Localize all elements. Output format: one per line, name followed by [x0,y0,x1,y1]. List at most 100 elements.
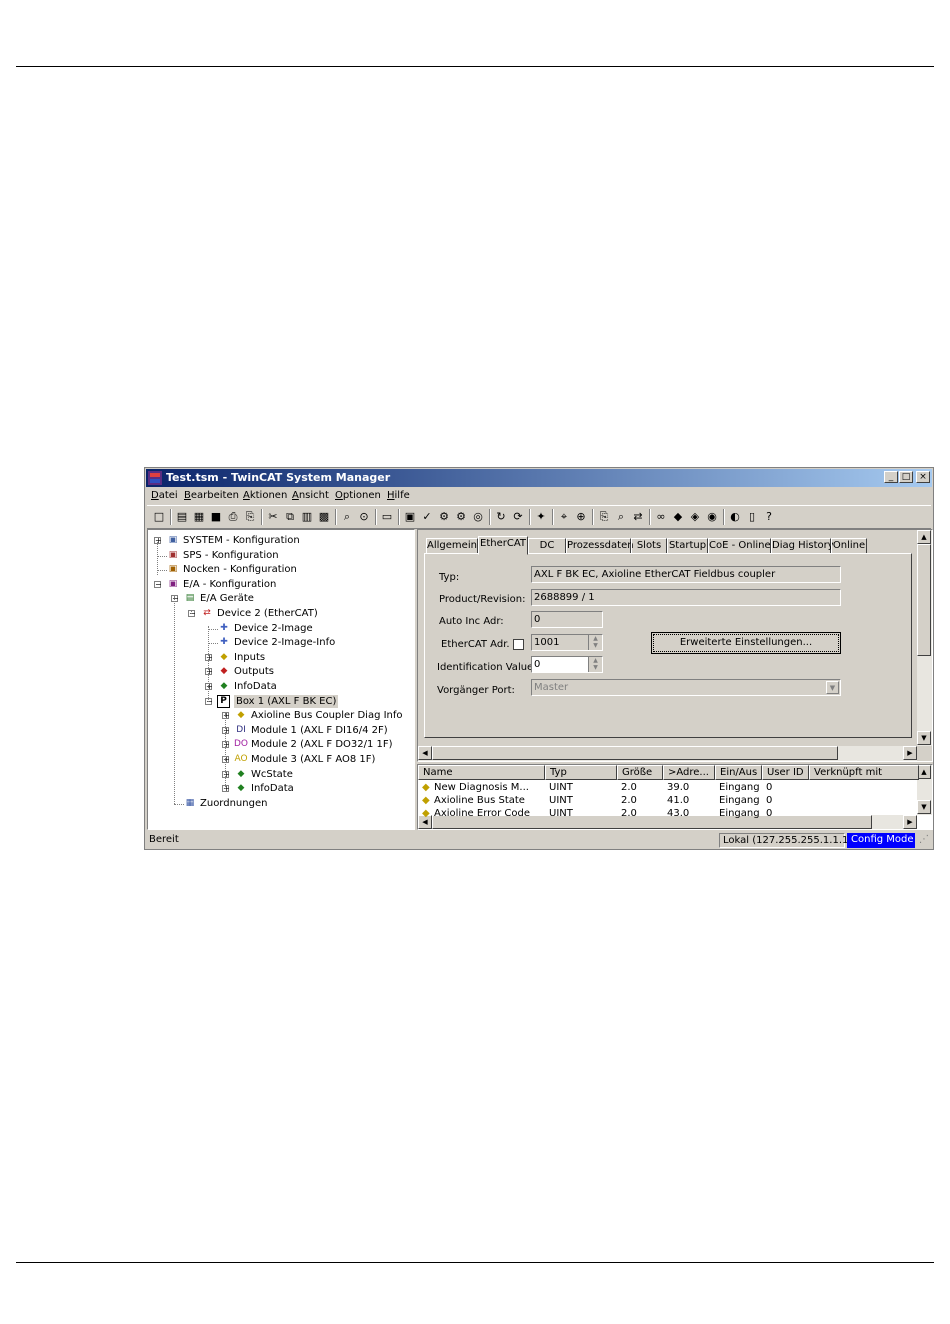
tab-startup[interactable]: Startup [667,538,708,554]
tree-item[interactable]: + DO Module 2 (AXL F DO32/1 1F) [148,738,414,752]
new-file-icon[interactable]: □ [151,509,167,525]
tree-item[interactable]: + ◆ Axioline Bus Coupler Diag Info [148,709,414,723]
paste-icon[interactable]: ▥ [299,509,315,525]
column-header[interactable]: Name [418,765,545,780]
paste-special-icon[interactable]: ▩ [316,509,332,525]
minimize-button[interactable]: _ [884,471,898,483]
list-scroll-up-button[interactable]: ▲ [917,765,931,779]
zoom-icon[interactable]: ⌕ [613,509,629,525]
force-icon[interactable]: ◉ [704,509,720,525]
tree-item[interactable]: ▣ SPS - Konfiguration [148,549,414,563]
tree-item[interactable]: − P Box 1 (AXL F BK EC) [148,694,414,709]
help-icon[interactable]: ? [761,509,777,525]
resize-grip-icon[interactable]: ⋰ [919,833,931,848]
tree-item[interactable]: ▣ Nocken - Konfiguration [148,563,414,577]
restart-icon[interactable]: ↻ [493,509,509,525]
tab-prozessdaten[interactable]: Prozessdaten [566,538,634,554]
tree-item[interactable]: ✚ Device 2-Image-Info [148,636,414,650]
tree-item[interactable]: ✚ Device 2-Image [148,622,414,636]
mouse-icon[interactable]: ⊙ [356,509,372,525]
properties-vertical-scrollbar[interactable]: ▲ ▼ [917,530,932,746]
menu-datei[interactable]: Datei [151,490,178,501]
list-item[interactable]: Axioline Error Code ◆ UINT 2.0 43.0 Eingang 0 [418,807,917,820]
goto-icon[interactable]: ⎘ [596,509,612,525]
tree-item[interactable]: + ◆ WcState [148,768,414,782]
column-header[interactable]: Typ [545,765,617,780]
ethercat-adr-spinner[interactable]: ▲ ▼ [588,635,602,650]
activate-config-icon[interactable]: ▭ [379,509,395,525]
reload-devices-icon[interactable]: ⟳ [510,509,526,525]
tree-item[interactable]: + ◆ Outputs [148,665,414,679]
toggle-online-icon[interactable]: ◆ [670,509,686,525]
save-icon[interactable]: ■ [208,509,224,525]
network-scan-icon[interactable]: ◎ [470,509,486,525]
tab-dc[interactable]: DC [528,538,566,554]
tab-ethercat[interactable]: EtherCAT [478,536,528,555]
title-bar[interactable]: Test.tsm - TwinCAT System Manager _ □ × [146,469,932,487]
find-icon[interactable]: ⌕ [339,509,355,525]
tree-item[interactable]: + ◆ InfoData [148,680,414,694]
open-device-icon[interactable]: ▦ [191,509,207,525]
tab-slots[interactable]: Slots [631,538,667,554]
scroll-down-button[interactable]: ▼ [917,731,931,745]
menu-hilfe[interactable]: Hilfe [387,490,410,501]
maximize-button[interactable]: □ [899,471,913,483]
link-icon[interactable]: ⇄ [630,509,646,525]
menu-ansicht[interactable]: Ansicht [292,490,329,501]
collapse-icon[interactable]: − [154,580,162,588]
scroll-left-button[interactable]: ◀ [418,746,432,760]
tree-item[interactable]: + ▣ SYSTEM - Konfiguration [148,534,414,548]
properties-horizontal-scrollbar[interactable]: ◀ ▶ [418,746,917,761]
column-header[interactable]: Größe [617,765,663,780]
ethercat-adr-field[interactable]: 1001 ▲ ▼ [531,634,603,651]
freerun-icon[interactable]: ∞ [653,509,669,525]
tree-item[interactable]: + ◆ Inputs [148,651,414,665]
target-system-icon[interactable]: ⌖ [556,509,572,525]
tree-item[interactable]: − ▤ E/A Geräte [148,592,414,606]
tab-coe-online[interactable]: CoE - Online [708,538,771,554]
online-icon[interactable]: ✦ [533,509,549,525]
config-tree[interactable]: + ▣ SYSTEM - Konfiguration ▣ SPS - Konfigura… [147,529,415,830]
identification-value-field[interactable]: 0 ▲ ▼ [531,656,603,673]
list-item[interactable]: New Diagnosis M... ◆ UINT 2.0 39.0 Eingang 0 [418,781,917,794]
column-header[interactable]: Ein/Aus [715,765,762,780]
book-icon[interactable]: ◐ [727,509,743,525]
menu-aktionen[interactable]: Aktionen [243,490,287,501]
set-run-mode-icon[interactable]: ⚙ [436,509,452,525]
tab-allgemein[interactable]: Allgemein [426,538,478,554]
advanced-settings-button[interactable]: Erweiterte Einstellungen... [651,632,841,654]
print-preview-icon[interactable]: ⎘ [242,509,258,525]
hscroll-thumb[interactable] [432,746,838,760]
list-scroll-down-button[interactable]: ▼ [917,800,931,814]
config-mode-icon[interactable]: ⚙ [453,509,469,525]
tree-item[interactable]: ▦ Zuordnungen [148,797,414,811]
docs-icon[interactable]: ▯ [744,509,760,525]
menu-bearbeiten[interactable]: Bearbeiten [184,490,239,501]
tree-item[interactable]: + AO Module 3 (AXL F AO8 1F) [148,753,414,767]
show-online-icon[interactable]: ◈ [687,509,703,525]
tab-online[interactable]: Online [831,538,867,554]
generate-mappings-icon[interactable]: ▣ [402,509,418,525]
ethercat-adr-checkbox[interactable] [513,639,524,650]
tab-diag-history[interactable]: Diag History [771,538,834,554]
list-item[interactable]: Axioline Bus State ◆ UINT 2.0 41.0 Eingang 0 [418,794,917,807]
add-device-icon[interactable]: ⊕ [573,509,589,525]
list-vertical-scrollbar[interactable]: ▲ ▼ [917,765,932,815]
scroll-right-button[interactable]: ▶ [903,746,917,760]
identification-value-spinner[interactable]: ▲ ▼ [588,657,602,672]
close-button[interactable]: × [916,471,930,483]
column-header[interactable]: User ID [762,765,809,780]
copy-icon[interactable]: ⧉ [282,509,298,525]
scroll-up-button[interactable]: ▲ [917,530,931,544]
tree-item[interactable]: + ◆ InfoData [148,782,414,796]
open-icon[interactable]: ▤ [174,509,190,525]
menu-optionen[interactable]: Optionen [335,490,381,501]
check-config-icon[interactable]: ✓ [419,509,435,525]
tree-item[interactable]: − ▣ E/A - Konfiguration [148,578,414,592]
column-header[interactable]: >Adre... [663,765,715,780]
scroll-thumb[interactable] [917,544,931,656]
cut-icon[interactable]: ✂ [265,509,281,525]
tree-item[interactable]: − ⇄ Device 2 (EtherCAT) [148,607,414,621]
print-icon[interactable]: ⎙ [225,509,241,525]
column-header[interactable]: Verknüpft mit [809,765,919,780]
